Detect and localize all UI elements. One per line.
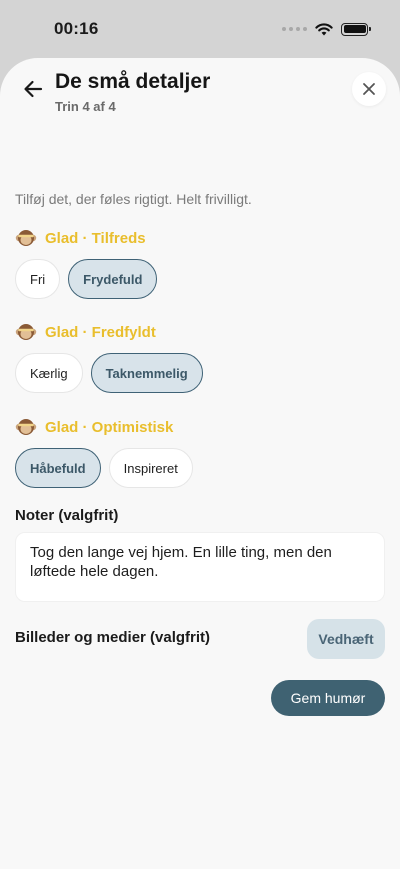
battery-icon [341,22,371,36]
emotion-label: Glad · Fredfyldt [45,323,156,341]
monkey-emoji-icon [15,227,37,249]
monkey-emoji-icon [15,416,37,438]
chip-row: Håbefuld Inspireret [15,448,193,488]
emotion-label: Glad · Optimistisk [45,418,174,436]
chip-option[interactable]: Kærlig [15,353,83,393]
chip-option[interactable]: Inspireret [108,448,193,488]
close-icon [363,83,375,95]
back-button[interactable] [18,74,48,104]
cellular-signal-icon [282,27,307,31]
notes-field[interactable]: Tog den lange vej hjem. En lille ting, m… [15,532,385,602]
emotion-heading: Glad · Optimistisk [15,416,173,438]
chip-option[interactable]: Fri [15,259,61,299]
status-time: 00:16 [54,19,99,38]
status-bar: 00:16 [0,0,400,58]
chip-row: Kærlig Taknemmelig [15,353,203,393]
status-icons [282,22,371,36]
emotion-heading: Glad · Fredfyldt [15,321,156,343]
chip-option-selected[interactable]: Taknemmelig [90,353,203,393]
page-title: De små detaljer [55,70,211,93]
media-label: Billeder og medier (valgfrit) [15,629,211,646]
arrow-left-icon [24,80,43,98]
wifi-icon [315,22,333,35]
step-indicator: Trin 4 af 4 [55,99,116,114]
close-button[interactable] [352,72,386,106]
attach-button[interactable]: Vedhæft [307,619,385,659]
save-mood-button[interactable]: Gem humør [271,680,385,716]
chip-row: Fri Frydefuld [15,259,158,299]
chip-option-selected[interactable]: Håbefuld [15,448,101,488]
intro-text: Tilføj det, der føles rigtigt. Helt friv… [15,191,252,207]
emotion-heading: Glad · Tilfreds [15,227,146,249]
monkey-emoji-icon [15,321,37,343]
emotion-label: Glad · Tilfreds [45,229,146,247]
notes-label: Noter (valgfrit) [15,507,119,524]
header: De små detaljer Trin 4 af 4 [0,66,400,116]
chip-option-selected[interactable]: Frydefuld [68,259,158,299]
